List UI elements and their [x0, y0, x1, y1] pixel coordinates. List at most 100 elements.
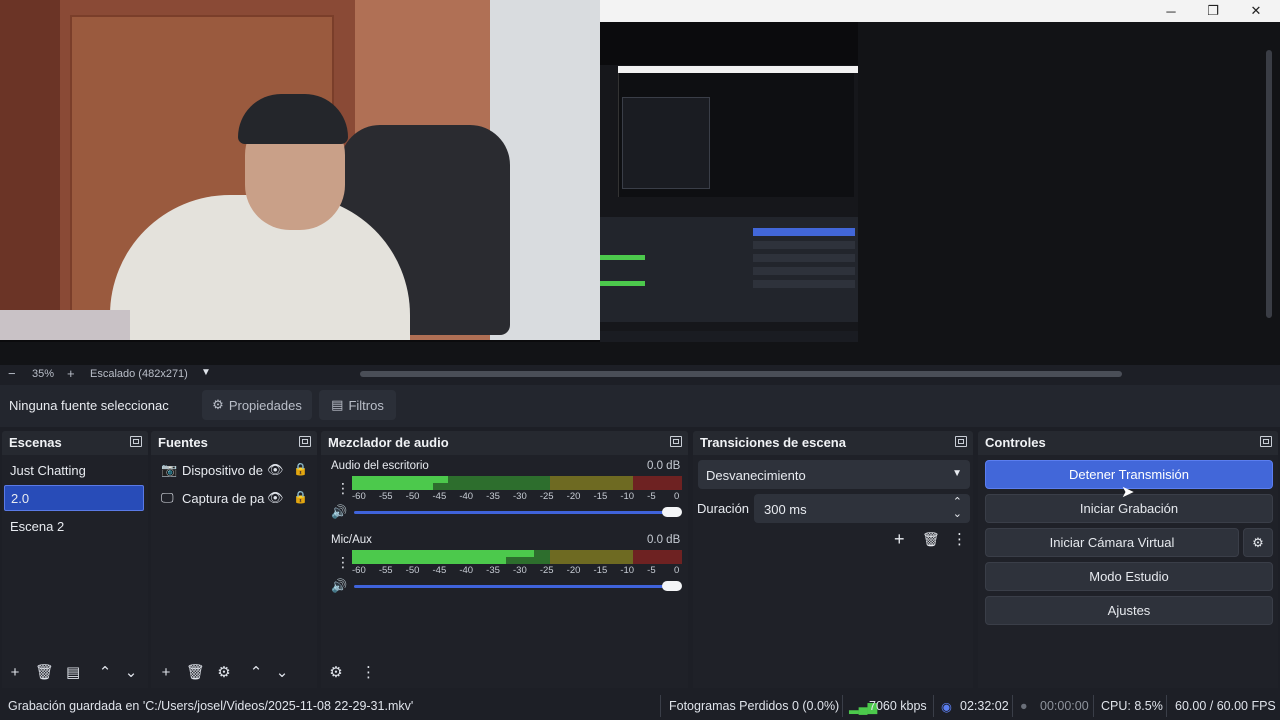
- channel-name: Audio del escritorio: [331, 460, 429, 472]
- camera-wall-left: [0, 0, 60, 340]
- source-item[interactable]: 🖵 Captura de pa 👁 🔒: [161, 490, 311, 508]
- stream-icon: ◉: [941, 700, 952, 714]
- delete-transition-icon[interactable]: 🗑: [922, 531, 940, 548]
- scene-item[interactable]: Escena 2: [4, 513, 144, 539]
- source-label: Dispositivo de: [182, 463, 263, 478]
- scene-item[interactable]: Just Chatting: [4, 457, 144, 483]
- properties-button[interactable]: ⚙ Propiedades: [202, 390, 312, 420]
- source-settings-icon[interactable]: ⚙: [217, 665, 231, 680]
- meter-zone: [632, 476, 682, 490]
- add-scene-icon[interactable]: +: [8, 665, 22, 680]
- move-down-icon[interactable]: ⌄: [275, 665, 289, 680]
- popout-icon[interactable]: [955, 436, 967, 447]
- nested-button: [753, 241, 855, 249]
- meter-tick-label: -55: [378, 491, 393, 502]
- preview-vertical-scrollbar[interactable]: [1266, 50, 1272, 318]
- nested-meter: [600, 281, 645, 286]
- lock-icon[interactable]: 🔒: [293, 462, 308, 476]
- settings-button[interactable]: Ajustes: [985, 596, 1273, 625]
- nested-button: [753, 254, 855, 262]
- meter-tick-label: -15: [593, 491, 608, 502]
- delete-scene-icon[interactable]: 🗑: [35, 665, 54, 680]
- divider: [933, 695, 934, 717]
- controls-title: Controles: [985, 435, 1046, 450]
- sources-title: Fuentes: [158, 435, 208, 450]
- record-time: 00:00:00: [1040, 699, 1089, 713]
- advanced-audio-icon[interactable]: ⚙: [329, 665, 343, 680]
- volume-slider[interactable]: [354, 511, 672, 514]
- channel-menu-icon[interactable]: ⋮: [336, 554, 350, 571]
- audio-meter: [352, 550, 682, 564]
- volume-slider[interactable]: [354, 585, 672, 588]
- virtual-camera-settings-button[interactable]: ⚙: [1243, 528, 1273, 557]
- volume-slider-handle[interactable]: [662, 581, 682, 591]
- transitions-title: Transiciones de escena: [700, 435, 846, 450]
- meter-tick-label: 0: [674, 491, 680, 502]
- popout-icon[interactable]: [130, 436, 142, 447]
- properties-label: Propiedades: [228, 397, 302, 413]
- meter-tick-label: -25: [539, 491, 554, 502]
- visibility-eye-icon[interactable]: 👁: [267, 490, 284, 506]
- record-icon: ●: [1020, 699, 1028, 713]
- gear-icon: ⚙: [1252, 534, 1264, 550]
- meter-zone: [550, 476, 633, 490]
- channel-menu-icon[interactable]: ⋮: [336, 480, 350, 497]
- zoom-level: 35%: [32, 368, 55, 380]
- minimize-icon[interactable]: ─: [1150, 0, 1192, 22]
- studio-mode-button[interactable]: Modo Estudio: [985, 562, 1273, 591]
- popout-icon[interactable]: [1260, 436, 1272, 447]
- lock-icon[interactable]: 🔒: [293, 490, 308, 504]
- meter-tick-label: -15: [593, 565, 608, 576]
- transition-menu-icon[interactable]: ⋮: [952, 530, 967, 548]
- meter-scale: -60 -55 -50 -45 -40 -35 -30 -25 -20 -15 -10 -5 0: [352, 491, 682, 503]
- visibility-eye-icon[interactable]: 👁: [267, 462, 284, 478]
- duration-label: Duración: [697, 501, 750, 516]
- scaling-dropdown-icon[interactable]: ▼: [201, 367, 211, 378]
- filters-button[interactable]: ▤ Filtros: [319, 390, 396, 420]
- duration-spinbox[interactable]: 300 ms ⌃ ⌄: [754, 494, 970, 523]
- start-virtual-camera-button[interactable]: Iniciar Cámara Virtual: [985, 528, 1239, 557]
- close-icon[interactable]: ✕: [1235, 0, 1277, 22]
- meter-tick-label: -55: [378, 565, 393, 576]
- add-transition-icon[interactable]: +: [894, 529, 905, 550]
- scene-label: 2.0: [11, 490, 30, 506]
- move-down-icon[interactable]: ⌄: [124, 665, 138, 680]
- bitrate: 7060 kbps: [869, 699, 927, 713]
- mixer-menu-icon[interactable]: ⋮: [361, 665, 376, 680]
- meter-tick-label: 0: [674, 565, 680, 576]
- volume-slider-handle[interactable]: [662, 507, 682, 517]
- window-titlebar: ─ ❐ ✕: [600, 0, 1280, 22]
- popout-icon[interactable]: [670, 436, 682, 447]
- zoom-in-button[interactable]: +: [67, 366, 75, 381]
- chevron-down-icon: ▼: [952, 468, 962, 479]
- scene-filter-icon[interactable]: ▤: [66, 665, 80, 680]
- camera-bed: [0, 310, 130, 340]
- channel-db: 0.0 dB: [647, 460, 681, 472]
- move-up-icon[interactable]: ⌃: [98, 665, 112, 680]
- restore-icon[interactable]: ❐: [1192, 0, 1234, 22]
- divider: [1012, 695, 1013, 717]
- preview-horizontal-scrollbar[interactable]: [360, 371, 1122, 377]
- move-up-icon[interactable]: ⌃: [249, 665, 263, 680]
- delete-source-icon[interactable]: 🗑: [186, 665, 205, 680]
- meter-level: [352, 476, 448, 483]
- zoom-out-button[interactable]: −: [8, 366, 16, 381]
- spin-down-icon[interactable]: ⌄: [953, 507, 962, 520]
- add-source-icon[interactable]: +: [159, 665, 173, 680]
- source-item[interactable]: 📷 Dispositivo de 👁 🔒: [161, 462, 311, 480]
- preview-canvas[interactable]: [0, 0, 858, 342]
- nested-button: [753, 280, 855, 288]
- volume-speaker-icon[interactable]: 🔊: [331, 578, 347, 594]
- camera-icon: 📷: [161, 462, 178, 477]
- meter-tick-label: -60: [352, 565, 366, 576]
- scene-item-selected[interactable]: 2.0: [4, 485, 144, 511]
- volume-speaker-icon[interactable]: 🔊: [331, 504, 347, 520]
- meter-tick-label: -5: [647, 491, 656, 502]
- source-label: Captura de pa: [182, 491, 265, 506]
- transition-select[interactable]: Desvanecimiento ▼: [698, 460, 970, 489]
- meter-tick-label: -60: [352, 491, 366, 502]
- popout-icon[interactable]: [299, 436, 311, 447]
- gear-icon: ⚙: [212, 397, 224, 412]
- meter-tick-label: -40: [459, 565, 474, 576]
- nested-capture: [600, 65, 858, 342]
